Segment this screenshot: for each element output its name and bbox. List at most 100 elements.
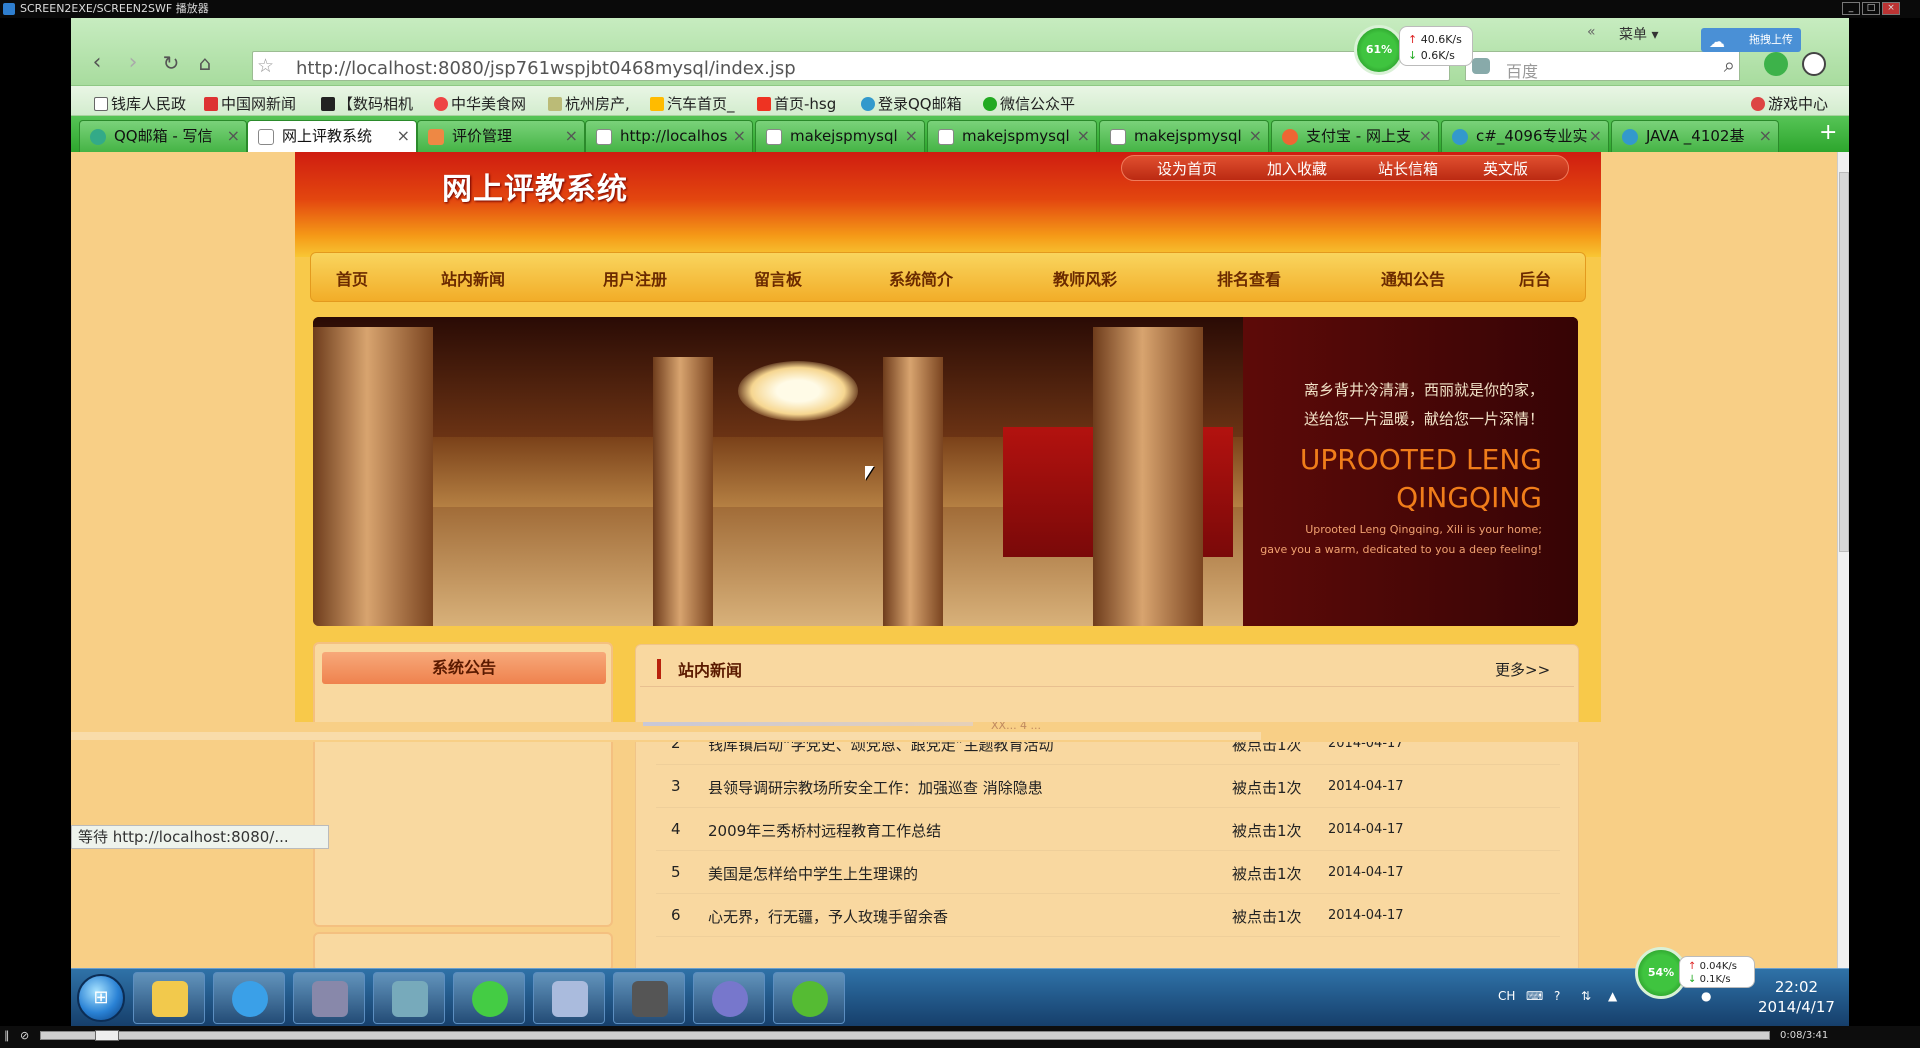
scrollbar-thumb[interactable] <box>1839 172 1849 552</box>
tab-makejsp-3[interactable]: makejspmysql × <box>1099 120 1269 152</box>
bookmark-item[interactable]: 中国网新闻 <box>204 93 296 114</box>
bookmark-item[interactable]: 【数码相机 <box>321 93 413 114</box>
network-icon[interactable]: ⇅ <box>1581 989 1591 1003</box>
keyboard-icon[interactable]: ⌨ <box>1526 989 1543 1003</box>
tray-language[interactable]: CH <box>1498 989 1515 1003</box>
nav-guestbook[interactable]: 留言板 <box>754 266 802 290</box>
tab-makejsp-1[interactable]: makejspmysql × <box>755 120 925 152</box>
nav-ranking[interactable]: 排名查看 <box>1217 266 1281 290</box>
news-link[interactable]: 2009年三秀桥村远程教育工作总结 <box>708 820 941 841</box>
nav-about[interactable]: 系统简介 <box>889 266 953 290</box>
nav-news[interactable]: 站内新闻 <box>441 266 505 290</box>
tab-java[interactable]: JAVA _4102基 × <box>1611 120 1779 152</box>
settings-icon[interactable]: ⊘ <box>20 1029 32 1043</box>
tab-alipay[interactable]: 支付宝 - 网上支 × <box>1271 120 1439 152</box>
double-chevron-left-icon[interactable]: « <box>1587 24 1596 40</box>
link-add-favorite[interactable]: 加入收藏 <box>1267 158 1327 179</box>
search-icon[interactable]: ⌕ <box>1724 53 1735 77</box>
net-speed-ball[interactable]: 61% <box>1354 25 1404 75</box>
taskbar-tool[interactable] <box>293 972 365 1024</box>
link-webmaster-mail[interactable]: 站长信箱 <box>1378 158 1438 179</box>
tray-app-icon[interactable]: ● <box>1701 989 1711 1003</box>
banner-en-line1: UPROOTED LENG <box>1299 443 1542 476</box>
news-row[interactable]: 3 县领导调研宗教场所安全工作：加强巡查 消除隐患 被点击1次 2014-04-… <box>656 765 1560 808</box>
glitch-partial-text: XX... 4 ... <box>991 722 1042 730</box>
bookmark-item[interactable]: 中华美食网 <box>434 93 526 114</box>
news-link[interactable]: 心无界，行无疆，予人玫瑰手留余香 <box>708 906 948 927</box>
back-icon[interactable]: ‹ <box>85 52 109 76</box>
nav-teachers[interactable]: 教师风彩 <box>1053 266 1117 290</box>
player-controls: ∥ ⊘ 0:08/3:41 <box>0 1026 1920 1048</box>
site-header: 网上评教系统 设为首页 加入收藏 站长信箱 英文版 <box>295 152 1601 257</box>
reload-icon[interactable]: ↻ <box>159 52 183 76</box>
search-box[interactable]: 百度 ⌕ <box>1465 51 1740 81</box>
minimize-icon[interactable]: _ <box>1842 2 1860 15</box>
bookmark-item[interactable]: 钱库人民政 <box>94 93 186 114</box>
tab-eval[interactable]: 评价管理 × <box>417 120 585 152</box>
taskbar-360[interactable] <box>453 972 525 1024</box>
vertical-scrollbar[interactable] <box>1837 152 1849 968</box>
bookmark-item[interactable]: 首页-hsg <box>757 93 836 114</box>
nav-register[interactable]: 用户注册 <box>603 266 667 290</box>
bookmark-item[interactable]: 杭州房产, <box>548 93 630 114</box>
tab-localhost[interactable]: http://localhos × <box>585 120 753 152</box>
clock[interactable]: 22:02 2014/4/17 <box>1758 977 1835 1017</box>
tab-site[interactable]: 网上评教系统 × <box>247 120 417 152</box>
close-icon[interactable]: × <box>1882 2 1900 15</box>
sidebar-box-2 <box>313 932 613 968</box>
link-english[interactable]: 英文版 <box>1483 158 1528 179</box>
menu-button[interactable]: 菜单 ▾ <box>1619 24 1658 44</box>
tab-makejsp-2[interactable]: makejspmysql × <box>927 120 1097 152</box>
chat-icon[interactable] <box>1764 52 1788 76</box>
address-bar[interactable]: ☆ http://localhost:8080/jsp761wspjbt0468… <box>252 51 1450 81</box>
player-time: 0:08/3:41 <box>1780 1030 1829 1041</box>
nav-home[interactable]: 首页 <box>336 266 368 290</box>
news-link[interactable]: 美国是怎样给中学生上生理课的 <box>708 863 918 884</box>
start-button[interactable]: ⊞ <box>77 974 125 1022</box>
seek-bar[interactable] <box>40 1031 1770 1040</box>
news-more-link[interactable]: 更多>> <box>1495 659 1550 680</box>
taskbar-editor[interactable] <box>533 972 605 1024</box>
taskbar-avatar[interactable] <box>613 972 685 1024</box>
net-up: ↑ 40.6K/s <box>1408 33 1462 46</box>
taskbar-eclipse[interactable] <box>693 972 765 1024</box>
taskbar-app[interactable] <box>373 972 445 1024</box>
taskbar-explorer[interactable] <box>133 972 205 1024</box>
bookmark-item-games[interactable]: 游戏中心 <box>1751 93 1828 114</box>
news-row[interactable]: 5 美国是怎样给中学生上生理课的 被点击1次 2014-04-17 <box>656 851 1560 894</box>
tab-qqmail[interactable]: QQ邮箱 - 写信 × <box>79 120 247 152</box>
banner-pillar <box>313 327 433 626</box>
help-icon[interactable]: ? <box>1554 989 1560 1003</box>
taskbar-green-app[interactable] <box>773 972 845 1024</box>
news-header: 站内新闻 更多>> <box>640 649 1574 687</box>
nav-admin[interactable]: 后台 <box>1519 266 1551 290</box>
bookmark-item[interactable]: 微信公众平 <box>983 93 1075 114</box>
screen: SCREEN2EXE/SCREEN2SWF 播放器 _ □ × ‹ › ↻ ⌂ … <box>0 0 1920 1048</box>
url-text: http://localhost:8080/jsp761wspjbt0468my… <box>296 58 796 79</box>
taskbar: ⊞ 54% ↑ 0.04K/s ↓ 0.1K/s CH ⌨ ? ⇅ ▲ ● 22… <box>71 947 1849 1026</box>
news-row[interactable]: 6 心无界，行无疆，予人玫瑰手留余香 被点击1次 2014-04-17 <box>656 894 1560 937</box>
download-icon[interactable] <box>1802 52 1826 76</box>
new-tab-icon[interactable]: + <box>1819 120 1837 145</box>
bookmark-item[interactable]: 汽车首页_ <box>650 93 735 114</box>
bookmark-star-icon[interactable]: ☆ <box>257 55 274 77</box>
browser-toolbar: ‹ › ↻ ⌂ ☆ http://localhost:8080/jsp761ws… <box>71 18 1849 86</box>
tab-csharp[interactable]: c#_4096专业实 × <box>1441 120 1609 152</box>
taskbar-browser[interactable] <box>213 972 285 1024</box>
home-icon[interactable]: ⌂ <box>193 52 217 76</box>
announcement-box: 系统公告 <box>313 642 613 927</box>
link-set-homepage[interactable]: 设为首页 <box>1157 158 1217 179</box>
pause-icon[interactable]: ∥ <box>4 1029 16 1043</box>
nav-notices[interactable]: 通知公告 <box>1381 266 1445 290</box>
net-speed-panel: ↑ 40.6K/s ↓ 0.6K/s <box>1399 26 1473 66</box>
forward-icon[interactable]: › <box>121 52 145 76</box>
browser-window: ‹ › ↻ ⌂ ☆ http://localhost:8080/jsp761ws… <box>71 18 1849 968</box>
seek-handle[interactable] <box>95 1030 119 1041</box>
bookmark-item[interactable]: 登录QQ邮箱 <box>861 93 962 114</box>
news-row[interactable]: 4 2009年三秀桥村远程教育工作总结 被点击1次 2014-04-17 <box>656 808 1560 851</box>
upload-button[interactable]: ☁ 拖拽上传 <box>1701 28 1801 52</box>
news-link[interactable]: 县领导调研宗教场所安全工作：加强巡查 消除隐患 <box>708 777 1043 798</box>
player-title-bar: SCREEN2EXE/SCREEN2SWF 播放器 _ □ × <box>0 0 1920 18</box>
maximize-icon[interactable]: □ <box>1862 2 1880 15</box>
tray-up-icon[interactable]: ▲ <box>1608 989 1617 1003</box>
